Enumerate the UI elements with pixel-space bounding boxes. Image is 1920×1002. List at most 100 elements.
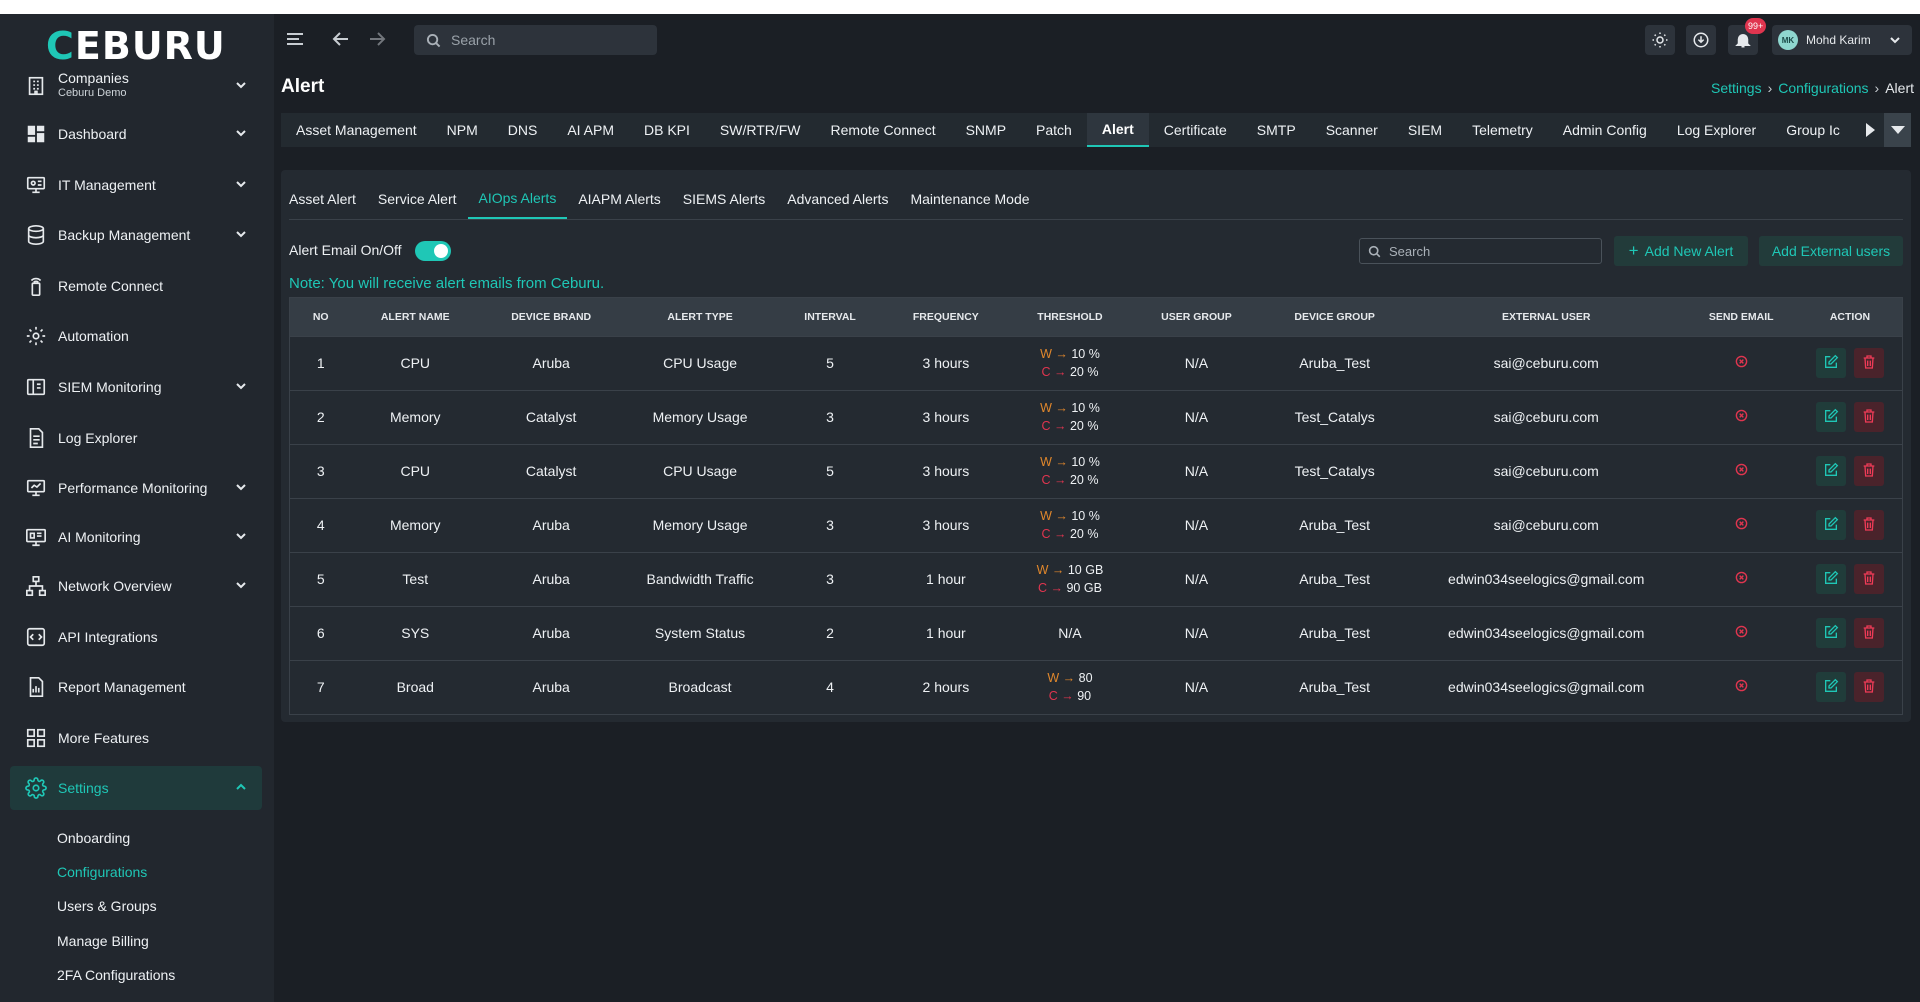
email-note: Note: You will receive alert emails from… xyxy=(289,275,605,292)
close-circle-icon[interactable] xyxy=(1735,517,1748,530)
edit-button[interactable] xyxy=(1815,348,1846,378)
sidebar-item-backup-management[interactable]: Backup Management xyxy=(10,213,262,257)
theme-toggle-button[interactable] xyxy=(1645,25,1675,55)
sidebar-item-performance-monitoring[interactable]: Performance Monitoring xyxy=(10,466,262,510)
edit-button[interactable] xyxy=(1815,618,1846,648)
tab-sw-rtr-fw[interactable]: SW/RTR/FW xyxy=(705,113,816,147)
breadcrumb-settings[interactable]: Settings xyxy=(1711,80,1762,96)
global-search-input[interactable] xyxy=(451,32,641,48)
breadcrumb-configurations[interactable]: Configurations xyxy=(1778,80,1868,96)
sidebar-item-network-overview[interactable]: Network Overview xyxy=(10,564,262,608)
cell-device-group: Test_Catalys xyxy=(1261,443,1408,498)
subtab-aiops-alerts[interactable]: AIOps Alerts xyxy=(467,178,568,219)
sidebar-item-label: Remote Connect xyxy=(58,278,164,294)
tab-admin-config[interactable]: Admin Config xyxy=(1548,113,1662,147)
close-circle-icon[interactable] xyxy=(1735,571,1748,584)
subtab-aiapm-alerts[interactable]: AIAPM Alerts xyxy=(567,178,671,219)
tab-telemetry[interactable]: Telemetry xyxy=(1457,113,1548,147)
forward-arrow-icon[interactable] xyxy=(366,28,388,50)
edit-button[interactable] xyxy=(1815,456,1846,486)
subtab-advanced-alerts[interactable]: Advanced Alerts xyxy=(776,178,899,219)
subtab-asset-alert[interactable]: Asset Alert xyxy=(289,178,367,219)
add-new-alert-label: Add New Alert xyxy=(1644,243,1734,259)
sidebar-item-it-management[interactable]: IT Management xyxy=(10,163,262,207)
sidebar-item-log-explorer[interactable]: Log Explorer xyxy=(10,416,262,460)
delete-button[interactable] xyxy=(1853,510,1884,540)
menu-toggle-icon[interactable] xyxy=(284,28,306,50)
global-search[interactable] xyxy=(414,25,657,55)
tab-npm[interactable]: NPM xyxy=(432,113,493,147)
config-tabs: Asset Management NPM DNS AI APM DB KPI S… xyxy=(281,113,1911,147)
tab-patch[interactable]: Patch xyxy=(1021,113,1087,147)
sidebar-item-automation[interactable]: Automation xyxy=(10,314,262,358)
subtab-service-alert[interactable]: Service Alert xyxy=(367,178,468,219)
tab-scanner[interactable]: Scanner xyxy=(1311,113,1393,147)
delete-button[interactable] xyxy=(1853,618,1884,648)
tabs-scroll-right-button[interactable] xyxy=(1856,113,1884,147)
column-header: ALERT TYPE xyxy=(623,298,777,336)
sidebar-item-more-features[interactable]: More Features xyxy=(10,716,262,760)
close-circle-icon[interactable] xyxy=(1735,463,1748,476)
close-circle-icon[interactable] xyxy=(1735,679,1748,692)
sidebar-item-ai-monitoring[interactable]: AI Monitoring xyxy=(10,515,262,559)
close-circle-icon[interactable] xyxy=(1735,409,1748,422)
add-external-users-button[interactable]: Add External users xyxy=(1759,236,1903,266)
ceburu-logo[interactable]: CEBURU xyxy=(46,26,226,66)
cell-interval: 3 xyxy=(776,551,884,606)
tab-db-kpi[interactable]: DB KPI xyxy=(629,113,705,147)
close-circle-icon[interactable] xyxy=(1735,355,1748,368)
sidebar-item-companies[interactable]: Companies Ceburu Demo xyxy=(10,64,262,108)
edit-icon xyxy=(1823,462,1839,481)
subtab-siems-alerts[interactable]: SIEMS Alerts xyxy=(672,178,776,219)
download-button[interactable] xyxy=(1686,25,1716,55)
edit-button[interactable] xyxy=(1815,510,1846,540)
tab-alert[interactable]: Alert xyxy=(1086,113,1149,147)
edit-button[interactable] xyxy=(1815,402,1846,432)
sidebar-item-dashboard[interactable]: Dashboard xyxy=(10,112,262,156)
delete-button[interactable] xyxy=(1853,402,1884,432)
delete-button[interactable] xyxy=(1853,672,1884,703)
avatar: MK xyxy=(1778,30,1798,50)
settings-sub-configurations[interactable]: Configurations xyxy=(57,861,147,883)
settings-sub-manage-billing[interactable]: Manage Billing xyxy=(57,930,149,952)
tab-snmp[interactable]: SNMP xyxy=(951,113,1021,147)
delete-button[interactable] xyxy=(1853,348,1884,378)
warning-label: W → xyxy=(1040,347,1072,361)
subtab-maintenance-mode[interactable]: Maintenance Mode xyxy=(899,178,1040,219)
alert-email-toggle[interactable] xyxy=(415,241,451,261)
sidebar-item-siem-monitoring[interactable]: SIEM Monitoring xyxy=(10,365,262,409)
tab-ai-apm[interactable]: AI APM xyxy=(552,113,629,147)
user-menu[interactable]: MK Mohd Karim xyxy=(1772,25,1912,55)
sidebar-item-report-management[interactable]: Report Management xyxy=(10,665,262,709)
table-row: 7 Broad Aruba Broadcast 4 2 hours W → 80… xyxy=(290,659,1902,714)
delete-button[interactable] xyxy=(1853,564,1884,594)
warning-value: 10 % xyxy=(1071,347,1100,361)
edit-button[interactable] xyxy=(1815,564,1846,594)
settings-sub-users-groups[interactable]: Users & Groups xyxy=(57,895,157,917)
tab-asset-management[interactable]: Asset Management xyxy=(281,113,432,147)
tab-siem[interactable]: SIEM xyxy=(1393,113,1457,147)
alert-search-input[interactable] xyxy=(1389,243,1589,259)
add-new-alert-button[interactable]: + Add New Alert xyxy=(1614,236,1748,266)
tab-certificate[interactable]: Certificate xyxy=(1149,113,1242,147)
cell-frequency: 3 hours xyxy=(883,497,1009,552)
delete-button[interactable] xyxy=(1853,456,1884,486)
sidebar-item-api-integrations[interactable]: API Integrations xyxy=(10,615,262,659)
warning-value: 10 GB xyxy=(1067,563,1104,577)
sidebar-item-settings[interactable]: Settings xyxy=(10,766,262,810)
tabs-dropdown-button[interactable] xyxy=(1884,113,1911,147)
close-circle-icon[interactable] xyxy=(1735,625,1748,638)
tab-log-explorer[interactable]: Log Explorer xyxy=(1662,113,1771,147)
sidebar-item-remote-connect[interactable]: Remote Connect xyxy=(10,264,262,308)
tab-dns[interactable]: DNS xyxy=(493,113,553,147)
cell-send-email xyxy=(1684,497,1798,552)
settings-sub-2fa[interactable]: 2FA Configurations xyxy=(57,964,175,986)
tab-smtp[interactable]: SMTP xyxy=(1242,113,1311,147)
settings-sub-onboarding[interactable]: Onboarding xyxy=(57,827,130,849)
search-icon xyxy=(1368,245,1381,257)
tab-remote-connect[interactable]: Remote Connect xyxy=(816,113,951,147)
back-arrow-icon[interactable] xyxy=(330,28,352,50)
edit-button[interactable] xyxy=(1815,672,1846,703)
alert-search[interactable] xyxy=(1359,238,1602,264)
tab-group-ic[interactable]: Group Ic xyxy=(1771,113,1855,147)
